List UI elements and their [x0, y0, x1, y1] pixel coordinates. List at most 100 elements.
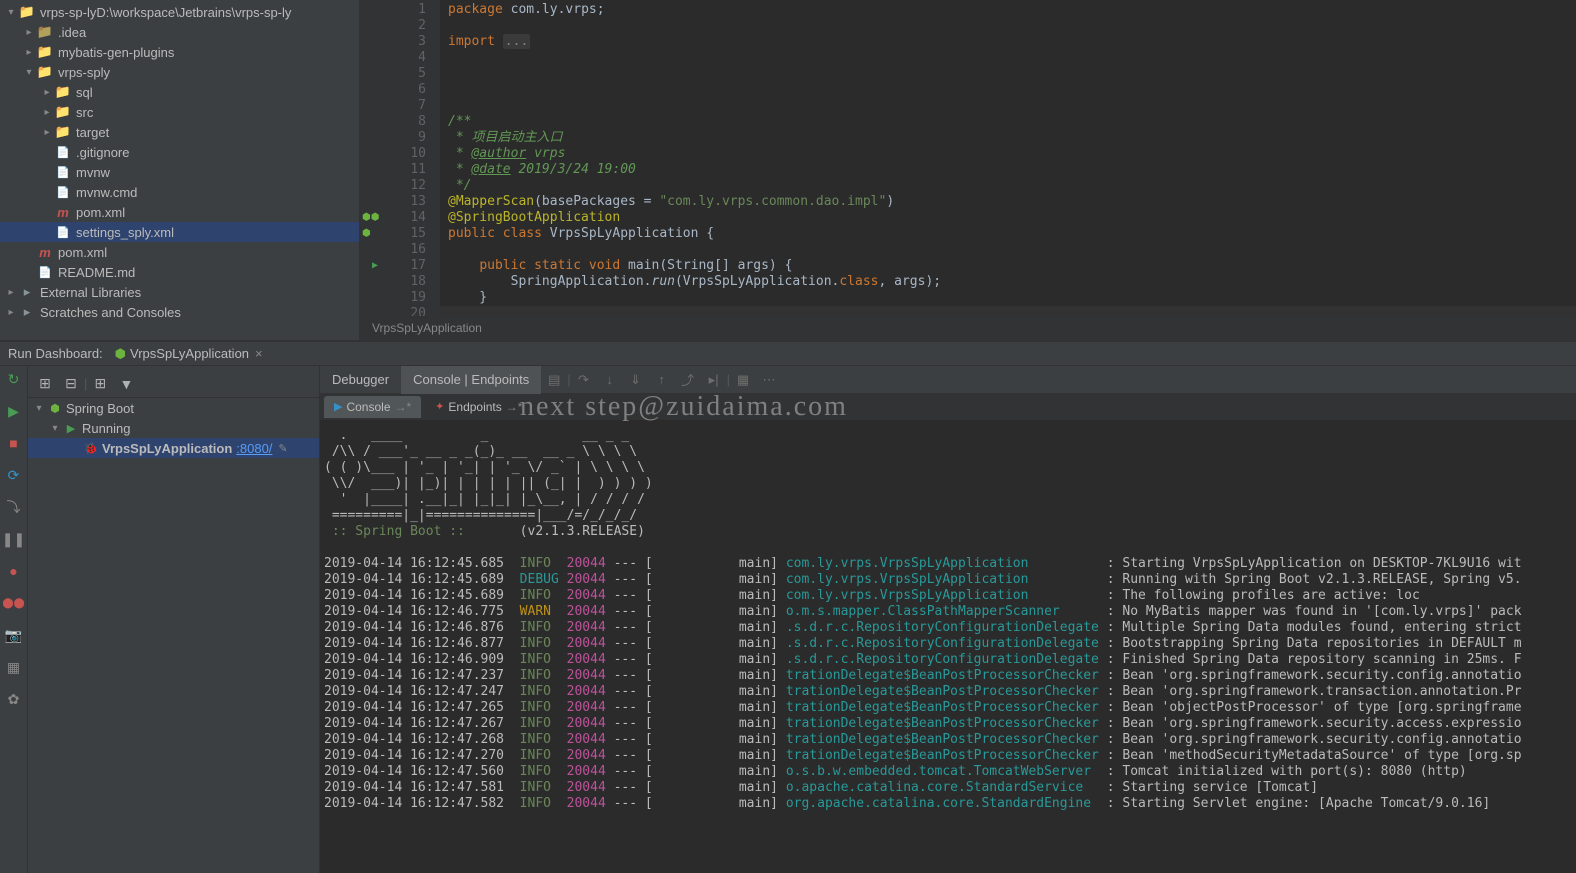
tree-arrow-icon[interactable]: [22, 47, 36, 58]
run-dashboard-panel: Run Dashboard: ⬢ VrpsSpLyApplication × ↻…: [0, 340, 1576, 873]
restart-button[interactable]: ⟳: [4, 465, 24, 485]
edit-config-icon[interactable]: ✎: [278, 442, 287, 455]
library-icon: ▸: [18, 284, 36, 300]
run-class-gutter-icon[interactable]: ⬢: [362, 226, 371, 242]
step-into-icon[interactable]: ↓: [599, 369, 621, 391]
tree-item-settings-sply-xml[interactable]: 📄settings_sply.xml: [0, 222, 359, 242]
editor-breadcrumb[interactable]: VrpsSpLyApplication: [360, 316, 1576, 340]
project-tree[interactable]: 📁vrps-sp-lyD:\workspace\Jetbrains\vrps-s…: [0, 0, 359, 324]
tree-item-readme-md[interactable]: 📄 README.md: [0, 262, 359, 282]
tree-item-sql[interactable]: 📁sql: [0, 82, 359, 102]
folder-icon: 📁: [36, 64, 54, 80]
run-button[interactable]: ▶: [4, 401, 24, 421]
run-to-cursor-icon[interactable]: ▸|: [703, 369, 725, 391]
folder-icon: 📁: [18, 4, 36, 20]
editor-gutter[interactable]: 12345678910111213⬢⬢14⬢1516▶171819202122: [360, 0, 440, 316]
tree-item-mvnw-cmd[interactable]: 📄mvnw.cmd: [0, 182, 359, 202]
run-configurations-tree[interactable]: ⊞ ⊟ | ⊞ ▼ ⬢ Spring Boot ▶ Running 🐞 Vrps…: [28, 366, 320, 873]
tree-item-label: README.md: [58, 265, 135, 280]
file-icon: 📄: [36, 266, 54, 279]
spring-leaf-icon: ⬢: [115, 346, 126, 362]
more-icon[interactable]: ⋯: [758, 369, 780, 391]
console-icon: ▶: [334, 400, 342, 413]
tree-item-vrps-sp-ly[interactable]: 📁vrps-sp-lyD:\workspace\Jetbrains\vrps-s…: [0, 2, 359, 22]
tree-item-label: .gitignore: [76, 145, 129, 160]
project-path: D:\workspace\Jetbrains\vrps-sp-ly: [96, 5, 291, 20]
debugger-tab[interactable]: Debugger: [320, 366, 401, 394]
tree-item-label: Scratches and Consoles: [40, 305, 181, 320]
tree-item-pom-xml[interactable]: mpom.xml: [0, 202, 359, 222]
console-tabs: Debugger Console | Endpoints ▤ | ↷ ↓ ⇓ ↑…: [320, 366, 1576, 394]
tree-item-external-libraries[interactable]: ▸External Libraries: [0, 282, 359, 302]
folder-icon: 📁: [54, 124, 72, 140]
tree-item-label: src: [76, 105, 93, 120]
tree-item-label: mybatis-gen-plugins: [58, 45, 174, 60]
layout-icon[interactable]: ▤: [543, 369, 565, 391]
tree-arrow-icon[interactable]: [40, 127, 54, 138]
run-config-name[interactable]: VrpsSpLyApplication: [130, 346, 249, 361]
console-sub-tab[interactable]: ▶ Console →*: [324, 396, 421, 418]
force-step-icon[interactable]: ⇓: [625, 369, 647, 391]
tree-item-mvnw[interactable]: 📄mvnw: [0, 162, 359, 182]
tree-item-label: pom.xml: [76, 205, 125, 220]
tree-arrow-icon[interactable]: [40, 87, 54, 98]
view-breakpoints-button[interactable]: ⬤⬤: [4, 593, 24, 613]
settings-button[interactable]: ✿: [4, 689, 24, 709]
collapse-all-button[interactable]: ⊟: [60, 373, 82, 395]
folder-icon: 📁: [36, 24, 54, 40]
layout-button[interactable]: ▦: [4, 657, 24, 677]
tree-arrow-icon[interactable]: [4, 7, 18, 18]
rerun-button[interactable]: ↻: [4, 369, 24, 389]
tree-item-src[interactable]: 📁 src: [0, 102, 359, 122]
running-icon: ▶: [62, 422, 80, 435]
filter-button[interactable]: ▼: [115, 373, 137, 395]
tree-item-label: target: [76, 125, 109, 140]
expand-all-button[interactable]: ⊞: [34, 373, 56, 395]
tree-arrow-icon[interactable]: [22, 27, 36, 38]
tree-item-pom-xml[interactable]: mpom.xml: [0, 242, 359, 262]
step-over-icon[interactable]: ↷: [573, 369, 595, 391]
tree-item-label: vrps-sply: [58, 65, 110, 80]
app-port-link[interactable]: :8080/: [236, 441, 272, 456]
tree-item--idea[interactable]: 📁 .idea: [0, 22, 359, 42]
pin-icon: →*: [395, 400, 412, 414]
stop-button[interactable]: ■: [4, 433, 24, 453]
drop-frame-icon[interactable]: ⤴: [677, 369, 699, 391]
folder-icon: 📁: [54, 84, 72, 100]
close-tab-icon[interactable]: ×: [255, 346, 263, 361]
watermark-text: next step@zuidaima.com: [520, 391, 848, 423]
xml-icon: 📄: [54, 226, 72, 239]
tree-arrow-icon[interactable]: [22, 67, 36, 78]
camera-button[interactable]: 📷: [4, 625, 24, 645]
file-icon: 📄: [54, 186, 72, 199]
editor-code[interactable]: package com.ly.vrps;import .../** * 项目启动…: [440, 0, 1576, 316]
editor-panel: 12345678910111213⬢⬢14⬢1516▶171819202122 …: [360, 0, 1576, 340]
step-over-button[interactable]: ⤵: [4, 497, 24, 517]
tree-arrow-icon[interactable]: [4, 287, 18, 298]
mute-breakpoints-button[interactable]: ●: [4, 561, 24, 581]
endpoints-sub-tab[interactable]: ✦ Endpoints →*: [425, 396, 532, 418]
tree-item-target[interactable]: 📁 target: [0, 122, 359, 142]
folder-icon: 📁: [54, 104, 72, 120]
file-icon: 📄: [54, 146, 72, 159]
evaluate-icon[interactable]: ▦: [732, 369, 754, 391]
run-tree-root[interactable]: ⬢ Spring Boot: [28, 398, 319, 418]
tree-item-mybatis-gen-plugins[interactable]: 📁mybatis-gen-plugins: [0, 42, 359, 62]
run-main-gutter-icon[interactable]: ▶: [372, 258, 378, 274]
tree-item-label: .idea: [58, 25, 86, 40]
project-tree-panel: 📁vrps-sp-lyD:\workspace\Jetbrains\vrps-s…: [0, 0, 360, 340]
tree-arrow-icon[interactable]: [40, 107, 54, 118]
console-endpoints-tab[interactable]: Console | Endpoints: [401, 366, 541, 394]
step-out-icon[interactable]: ↑: [651, 369, 673, 391]
console-sub-tabs: ▶ Console →* ✦ Endpoints →* next step@zu…: [320, 394, 1576, 420]
tree-arrow-icon[interactable]: [4, 307, 18, 318]
spring-gutter-icon[interactable]: ⬢⬢: [362, 210, 379, 226]
tree-item-vrps-sply[interactable]: 📁 vrps-sply: [0, 62, 359, 82]
run-tree-app[interactable]: 🐞 VrpsSpLyApplication :8080/ ✎: [28, 438, 319, 458]
run-tree-state[interactable]: ▶ Running: [28, 418, 319, 438]
group-button[interactable]: ⊞: [89, 373, 111, 395]
tree-item--gitignore[interactable]: 📄 .gitignore: [0, 142, 359, 162]
pause-button[interactable]: ❚❚: [4, 529, 24, 549]
tree-item-scratches-and-consoles[interactable]: ▸Scratches and Consoles: [0, 302, 359, 322]
console-output[interactable]: . ____ _ __ _ _ /\\ / ___'_ __ _ _(_)_ _…: [320, 420, 1576, 873]
